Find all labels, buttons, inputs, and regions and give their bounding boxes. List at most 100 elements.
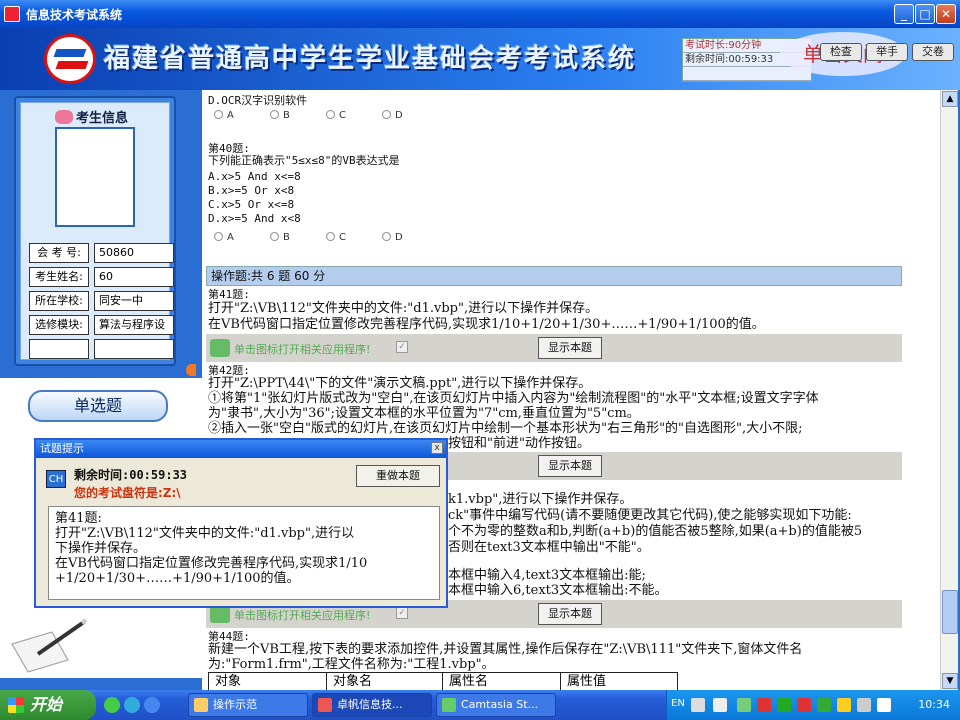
- table-header-property-name: 属性名: [443, 673, 561, 690]
- show-question-button[interactable]: 显示本题: [538, 603, 602, 625]
- show-question-button[interactable]: 显示本题: [538, 455, 602, 477]
- name-value: 60: [94, 267, 174, 287]
- close-button[interactable]: ✕: [936, 4, 956, 24]
- title-bar: 信息技术考试系统 _ □ ✕: [0, 0, 960, 28]
- q40-option-c: C.x>5 Or x<=8: [208, 198, 295, 211]
- student-info-title: 考生信息: [55, 107, 128, 126]
- done-checkbox[interactable]: ✓: [396, 607, 408, 619]
- submit-button[interactable]: 交卷: [912, 43, 954, 61]
- users-icon: [55, 110, 73, 124]
- language-indicator[interactable]: EN: [671, 698, 685, 709]
- check-button[interactable]: 检查: [820, 43, 862, 61]
- task-label: Camtasia St...: [461, 698, 538, 711]
- redo-question-button[interactable]: 重做本题: [356, 465, 440, 487]
- start-label: 开始: [30, 695, 63, 714]
- q40-option-a: A.x>5 And x<=8: [208, 170, 301, 183]
- q42-line-5: 按钮和"前进"动作按钮。: [448, 436, 590, 451]
- done-checkbox[interactable]: ✓: [396, 341, 408, 353]
- network-icon[interactable]: [857, 698, 871, 712]
- tray-app-icon[interactable]: [797, 698, 811, 712]
- radio-icon: [270, 110, 279, 119]
- q42-line-2: ①将第"1"张幻灯片版式改为"空白",在该页幻灯片中插入内容为"绘制流程图"的"…: [208, 391, 819, 406]
- q42-line-1: 打开"Z:\PPT\44\"下的文件"演示文稿.ppt",进行以下操作并保存。: [208, 376, 592, 391]
- tray-app-icon[interactable]: [757, 698, 771, 712]
- q40-radio-c[interactable]: C: [326, 232, 346, 243]
- security-icon[interactable]: [837, 698, 851, 712]
- app-launch-icon[interactable]: [210, 339, 230, 357]
- q41-line-2: 在VB代码窗口指定位置修改完善程序代码,实现求1/10+1/20+1/30+………: [208, 317, 765, 332]
- q43-line-2: ck"事件中编写代码(请不要随便更改其它代码),使之能够实现如下功能:: [448, 508, 852, 523]
- tray-app-icon[interactable]: [777, 698, 791, 712]
- system-title: 福建省普通高中学生学业基础会考考试系统: [104, 44, 637, 74]
- help-icon[interactable]: [691, 698, 705, 712]
- q43-line-1: k1.vbp",进行以下操作并保存。: [448, 492, 633, 507]
- q41-line-1: 打开"Z:\VB\112"文件夹中的文件:"d1.vbp",进行以下操作并保存。: [208, 301, 599, 316]
- pen-paper-icon: [11, 618, 88, 673]
- radio-icon: [326, 232, 335, 241]
- scroll-down-button[interactable]: ▼: [942, 673, 958, 689]
- module-value: 算法与程序设: [94, 315, 174, 335]
- tray-app-icon[interactable]: [817, 698, 831, 712]
- battery-icon[interactable]: [737, 698, 751, 712]
- q43-line-3: 个不为零的整数a和b,判断(a+b)的值能否被5整除,如果(a+b)的值能被5: [448, 524, 863, 539]
- open-app-label: 单击图标打开相关应用程序!: [234, 609, 371, 622]
- raise-hand-button[interactable]: 举手: [866, 43, 908, 61]
- q44-line-1: 新建一个VB工程,按下表的要求添加控件,并设置其属性,操作后保存在"Z:\VB\…: [208, 642, 803, 657]
- dialog-disk-letter: 您的考试盘符是:Z:\: [74, 486, 181, 500]
- q40-radio-d[interactable]: D: [382, 232, 403, 243]
- minimize-button[interactable]: _: [894, 4, 914, 24]
- q41-number: 第41题:: [208, 288, 250, 301]
- dialog-close-button[interactable]: x: [431, 442, 443, 454]
- radio-label: D: [395, 110, 403, 121]
- dialog-line-2: 打开"Z:\VB\112"文件夹中的文件:"d1.vbp",进行以: [55, 526, 355, 541]
- q44-line-2: 为:"Form1.frm",工程文件名称为:"工程1.vbp"。: [208, 657, 495, 672]
- time-blank: [683, 67, 811, 81]
- dialog-line-4: 在VB代码窗口指定位置修改完善程序代码,实现求1/10: [55, 556, 368, 571]
- single-choice-button[interactable]: 单选题: [28, 390, 168, 422]
- volume-icon[interactable]: [877, 698, 891, 712]
- q39-radio-c[interactable]: C: [326, 110, 346, 121]
- info-row-school: 所在学校: 同安一中: [29, 291, 177, 311]
- show-question-button[interactable]: 显示本题: [538, 337, 602, 359]
- radio-label: A: [227, 110, 234, 121]
- q39-radio-d[interactable]: D: [382, 110, 403, 121]
- dialog-line-3: 下操作并保存。: [55, 541, 147, 556]
- quicklaunch-icon-2[interactable]: [124, 697, 140, 713]
- info-row-exam-no: 会 考 号: 50860: [29, 243, 177, 263]
- radio-icon: [270, 232, 279, 241]
- q39-radio-a[interactable]: A: [214, 110, 234, 121]
- scroll-up-button[interactable]: ▲: [942, 91, 958, 107]
- q40-radio-b[interactable]: B: [270, 232, 290, 243]
- student-info-inner: 考生信息 会 考 号: 50860 考生姓名: 60 所在学校: 同安一中 选修…: [20, 102, 174, 360]
- logo-icon: [44, 34, 96, 84]
- app-icon: [318, 698, 332, 712]
- ime-icon[interactable]: [713, 698, 727, 712]
- taskbar: 开始 操作示范 卓帆信息技... Camtasia St... EN 10:34: [0, 690, 960, 720]
- scroll-thumb[interactable]: [942, 590, 958, 634]
- info-row-blank: [29, 339, 177, 359]
- q40-stem: 下列能正确表示"5≤x≤8"的VB表达式是: [208, 154, 400, 167]
- name-label: 考生姓名:: [29, 267, 89, 287]
- vertical-scrollbar[interactable]: ▲ ▼: [940, 90, 958, 690]
- task-zhuofan[interactable]: 卓帆信息技...: [312, 693, 432, 717]
- radio-icon: [214, 232, 223, 241]
- q42-line-4: ②插入一张"空白"版式的幻灯片,在该页幻灯片中绘制一个基本形状为"右三角形"的"…: [208, 421, 803, 436]
- start-button[interactable]: 开始: [0, 690, 96, 720]
- dialog-remaining-time: 剩余时间:00:59:33: [74, 468, 188, 482]
- task-demo[interactable]: 操作示范: [188, 693, 308, 717]
- quicklaunch-icon-3[interactable]: [144, 697, 160, 713]
- maximize-button[interactable]: □: [915, 4, 935, 24]
- quicklaunch-icon-1[interactable]: [104, 697, 120, 713]
- exam-no-label: 会 考 号:: [29, 243, 89, 263]
- module-label: 选修模块:: [29, 315, 89, 335]
- camtasia-icon: [442, 698, 456, 712]
- q44-property-table: 对象 对象名 属性名 属性值: [208, 672, 678, 690]
- q40-radio-a[interactable]: A: [214, 232, 234, 243]
- q39-radio-b[interactable]: B: [270, 110, 290, 121]
- dialog-question-text: 第41题: 打开"Z:\VB\112"文件夹中的文件:"d1.vbp",进行以 …: [48, 506, 440, 600]
- table-header-object-name: 对象名: [327, 673, 443, 690]
- task-camtasia[interactable]: Camtasia St...: [436, 693, 556, 717]
- table-header-object: 对象: [209, 673, 327, 690]
- exam-header: 福建省普通高中学生学业基础会考考试系统 考试时长:90分钟 剩余时间:00:59…: [0, 28, 960, 90]
- q40-option-d: D.x>=5 And x<8: [208, 212, 301, 225]
